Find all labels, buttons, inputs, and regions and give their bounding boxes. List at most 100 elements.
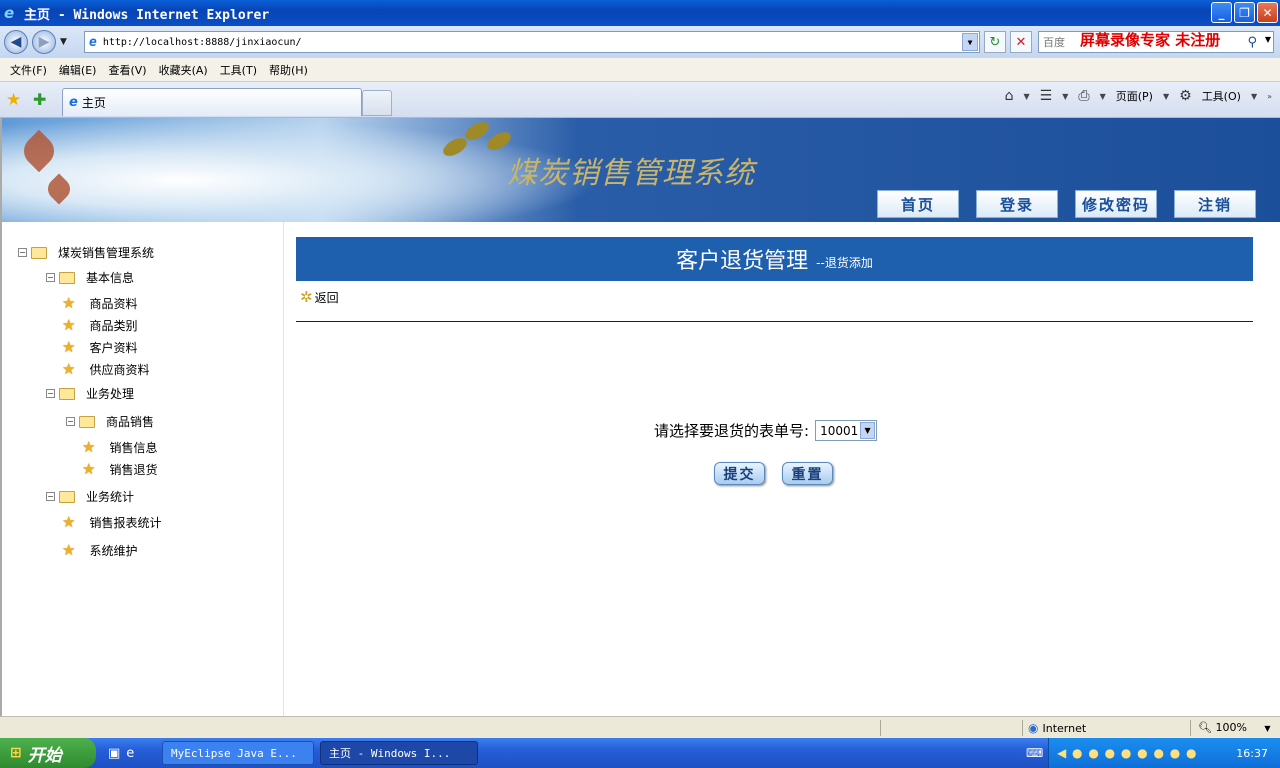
tray-icons[interactable]: ◀ ● ● ● ● ● ● ● ● [1057,746,1198,760]
chevron-down-icon[interactable]: ▼ [1265,35,1271,44]
print-icon[interactable]: ⎙ [1078,88,1089,104]
star-icon: ★ [62,360,76,378]
star-icon: ★ [62,541,76,559]
nav-login-button[interactable]: 登录 [976,190,1058,218]
tree-item-sales-return[interactable]: ★ 销售退货 [82,460,157,478]
nav-change-password-button[interactable]: 修改密码 [1075,190,1157,218]
folder-open-icon [79,415,95,428]
tree-item-categories[interactable]: ★ 商品类别 [62,316,137,334]
menu-favorites[interactable]: 收藏夹(A) [153,62,214,78]
maximize-button[interactable]: ❐ [1234,2,1255,23]
main-content: 客户退货管理 --退货添加 ✲ 返回 请选择要退货的表单号: 10001 ▼ 提… [286,222,1280,716]
collapse-icon[interactable]: − [46,492,55,501]
tree-group-stats[interactable]: − 业务统计 [46,488,134,505]
order-select-label: 请选择要退货的表单号: [654,422,810,440]
start-label: 开始 [27,745,62,766]
status-separator [1190,720,1191,736]
overflow-chevron-icon[interactable]: » [1267,92,1272,101]
nav-logout-button[interactable]: 注销 [1174,190,1256,218]
tree-root-label: 煤炭销售管理系统 [58,246,155,260]
address-field[interactable]: e http://localhost:8888/jinxiaocun/ ▼ [84,31,980,53]
chevron-down-icon[interactable]: ▼ [1264,724,1270,733]
quicklaunch-icon[interactable]: ▣ [108,746,120,761]
status-bar: ◉ Internet 🔍︎ 100% ▼ [0,716,1280,738]
tree-item-label: 商品资料 [89,296,138,311]
reset-button[interactable]: 重置 [782,462,833,485]
search-icon[interactable]: ⚲ [1247,35,1257,50]
minimize-button[interactable]: _ [1211,2,1232,23]
chevron-down-icon[interactable]: ▼ [1062,92,1068,101]
tree-root[interactable]: − 煤炭销售管理系统 [18,244,154,261]
menu-file[interactable]: 文件(F) [4,62,53,78]
tree-item-sales-report[interactable]: ★ 销售报表统计 [62,513,161,531]
ie-icon: e [4,4,15,22]
add-favorite-icon[interactable]: ✚ [33,90,46,109]
search-placeholder: 百度 [1043,36,1065,49]
globe-icon: ◉ [1028,721,1039,735]
zoom-label: 100% [1215,721,1247,734]
taskbar-item-myeclipse[interactable]: MyEclipse Java E... [162,741,314,765]
quicklaunch-ie-icon[interactable]: e [126,746,134,761]
page-menu-button[interactable]: 页面(P) [1116,88,1153,104]
tree-item-label: 销售信息 [109,440,158,455]
chevron-down-icon[interactable]: ▼ [860,422,876,439]
url-text: http://localhost:8888/jinxiaocun/ [102,36,302,48]
menu-view[interactable]: 查看(V) [102,62,152,78]
tree-group-label: 商品销售 [106,415,155,429]
menu-edit[interactable]: 编辑(E) [53,62,103,78]
refresh-button[interactable]: ↻ [984,31,1006,53]
tree-item-suppliers[interactable]: ★ 供应商资料 [62,360,149,378]
folder-open-icon [59,271,75,284]
taskbar-item-ie[interactable]: 主页 - Windows I... [320,741,478,765]
close-button[interactable]: ✕ [1257,2,1278,23]
new-tab-button[interactable] [362,90,392,116]
tree-item-system-maintenance[interactable]: ★ 系统维护 [62,541,137,559]
collapse-icon[interactable]: − [66,417,75,426]
tree-item-products[interactable]: ★ 商品资料 [62,294,137,312]
back-nav-button[interactable]: ◀ [4,30,28,54]
windows-logo-icon: ⊞ [10,745,22,761]
page-icon: e [69,95,78,110]
nav-home-button[interactable]: 首页 [877,190,959,218]
collapse-icon[interactable]: − [46,389,55,398]
tree-item-customers[interactable]: ★ 客户资料 [62,338,137,356]
order-number-select[interactable]: 10001 ▼ [815,420,878,441]
tree-group-sales[interactable]: − 商品销售 [66,413,154,430]
chevron-down-icon[interactable]: ▼ [1163,92,1169,101]
start-button[interactable]: ⊞ 开始 [0,738,96,768]
tree-item-label: 系统维护 [89,543,138,558]
chevron-down-icon[interactable]: ▼ [1100,92,1106,101]
stop-button[interactable]: ✕ [1010,31,1032,53]
system-tray: ◀ ● ● ● ● ● ● ● ● 16:37 [1048,738,1280,768]
chevron-down-icon[interactable]: ▼ [1024,92,1030,101]
feeds-icon[interactable]: ☰ [1040,88,1053,104]
back-link[interactable]: ✲ 返回 [300,288,339,306]
submit-button[interactable]: 提交 [714,462,765,485]
forward-nav-button[interactable]: ▶ [32,30,56,54]
tree-group-basic[interactable]: − 基本信息 [46,269,134,286]
menu-tools[interactable]: 工具(T) [214,62,263,78]
tree-item-sales-info[interactable]: ★ 销售信息 [82,438,157,456]
menu-help[interactable]: 帮助(H) [263,62,314,78]
menu-bar: 文件(F) 编辑(E) 查看(V) 收藏夹(A) 工具(T) 帮助(H) [0,58,1280,82]
chevron-down-icon[interactable]: ▼ [962,33,978,51]
home-icon[interactable]: ⌂ [1005,88,1014,104]
tab-home[interactable]: e 主页 [62,88,362,116]
return-icon: ✲ [300,288,313,306]
tree-item-label: 客户资料 [89,340,138,355]
security-zone[interactable]: ◉ Internet [1028,721,1086,735]
tree-item-label: 供应商资料 [89,362,150,377]
keyboard-icon[interactable]: ⌨ [1026,746,1043,760]
collapse-icon[interactable]: − [46,273,55,282]
recent-pages-dropdown[interactable]: ▼ [60,37,67,47]
tools-menu-button[interactable]: 工具(O) [1202,88,1241,104]
zoom-level[interactable]: 🔍︎ 100% ▼ [1198,721,1271,734]
status-separator [880,720,881,736]
favorites-star-icon[interactable]: ★ [6,90,21,110]
order-select-row: 请选择要退货的表单号: 10001 ▼ [654,420,878,441]
collapse-icon[interactable]: − [18,248,27,257]
content-header: 客户退货管理 --退货添加 [296,237,1253,281]
star-icon: ★ [82,438,96,456]
tree-group-business[interactable]: − 业务处理 [46,385,134,402]
chevron-down-icon[interactable]: ▼ [1251,92,1257,101]
